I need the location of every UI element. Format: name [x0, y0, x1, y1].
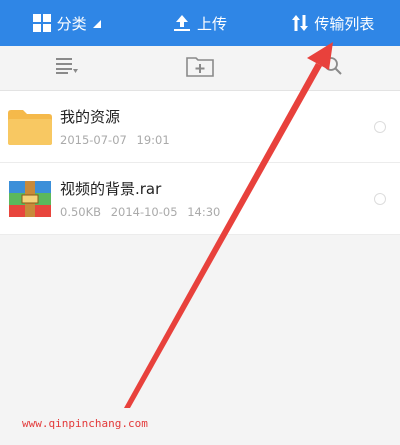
upload-label: 上传: [196, 14, 227, 33]
upload-button[interactable]: 上传: [133, 0, 266, 46]
watermark: www.qinpinchang.com: [22, 417, 148, 430]
list-item[interactable]: 视频的背景.rar 0.50KB 2014-10-05 14:30: [0, 163, 400, 235]
rar-archive-icon: [6, 177, 54, 221]
file-size: 0.50KB: [60, 204, 102, 219]
file-meta: 0.50KB 2014-10-05 14:30: [60, 205, 220, 219]
dropdown-corner-icon: [92, 14, 101, 32]
file-name: 视频的背景.rar: [60, 179, 162, 198]
file-info: 视频的背景.rar 0.50KB 2014-10-05 14:30: [60, 179, 220, 219]
transfer-list-label: 传输列表: [314, 14, 375, 33]
new-folder-icon: [186, 55, 214, 81]
select-radio[interactable]: [374, 193, 386, 205]
search-icon: [323, 56, 343, 80]
category-label: 分类: [56, 14, 87, 33]
file-date: 2015-07-07: [60, 132, 127, 147]
file-name: 我的资源: [60, 107, 121, 126]
grid-icon: [32, 14, 51, 32]
transfer-arrows-icon: [292, 14, 309, 32]
file-time: 14:30: [187, 204, 221, 219]
file-info: 我的资源 2015-07-07 19:01: [60, 107, 170, 147]
file-date: 2014-10-05: [110, 204, 178, 219]
folder-icon: [6, 105, 54, 149]
secondary-toolbar: [0, 46, 400, 91]
file-meta: 2015-07-07 19:01: [60, 133, 170, 147]
sort-button[interactable]: [0, 58, 133, 78]
list-item[interactable]: 我的资源 2015-07-07 19:01: [0, 91, 400, 163]
top-bar: 分类 上传 传输列表: [0, 0, 400, 46]
sort-list-icon: [55, 58, 78, 78]
file-time: 19:01: [136, 132, 170, 147]
transfer-list-button[interactable]: 传输列表: [267, 0, 400, 46]
search-button[interactable]: [267, 56, 400, 80]
new-folder-button[interactable]: [133, 55, 266, 81]
select-radio[interactable]: [374, 121, 386, 133]
file-list: 我的资源 2015-07-07 19:01 视频的背景.rar 0.50KB 2…: [0, 91, 400, 235]
category-button[interactable]: 分类: [0, 0, 133, 46]
upload-icon: [173, 14, 191, 32]
